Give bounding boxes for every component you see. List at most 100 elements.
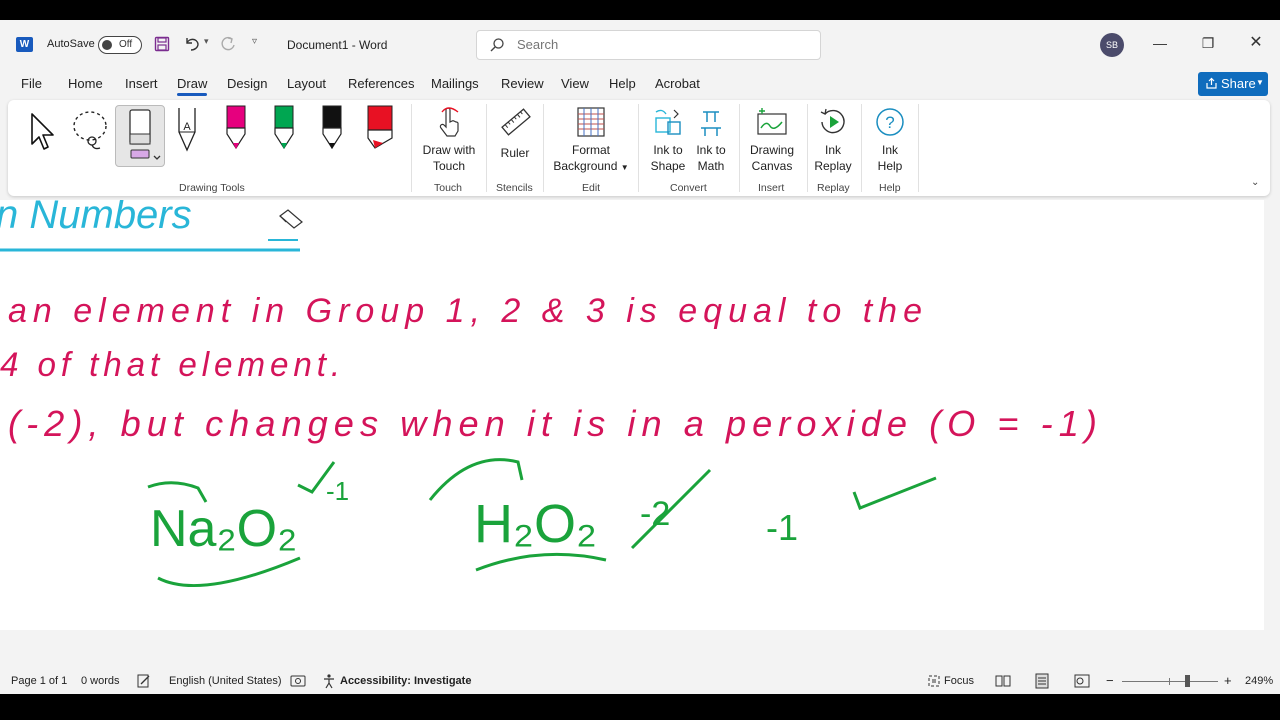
format-background-icon bbox=[577, 107, 605, 137]
draw-with-label: Draw with bbox=[422, 143, 476, 157]
background-label: Background ▼ bbox=[552, 158, 630, 176]
share-icon bbox=[1206, 77, 1217, 89]
print-layout-icon[interactable] bbox=[1034, 673, 1050, 689]
save-icon[interactable] bbox=[154, 36, 170, 52]
tab-acrobat[interactable]: Acrobat bbox=[655, 76, 700, 91]
user-avatar[interactable]: SB bbox=[1100, 33, 1124, 57]
restore-icon[interactable]: ❐ bbox=[1198, 33, 1218, 53]
word-count[interactable]: 0 words bbox=[81, 675, 120, 687]
ink-to-label: Ink to bbox=[653, 143, 683, 157]
ink-label: Ink bbox=[824, 143, 841, 157]
red-highlighter-icon[interactable] bbox=[365, 104, 395, 154]
chevron-down-icon: ▼ bbox=[620, 163, 629, 172]
ruler-label: Ruler bbox=[500, 146, 530, 160]
search-icon bbox=[490, 38, 504, 52]
page-count[interactable]: Page 1 of 1 bbox=[11, 675, 67, 687]
drawing-canvas-icon bbox=[757, 108, 787, 135]
help-label: Help bbox=[877, 159, 903, 173]
accessibility-icon[interactable] bbox=[321, 673, 337, 689]
document-title: Document1 - Word bbox=[287, 38, 388, 52]
drawing-canvas-button[interactable]: Drawing Canvas bbox=[746, 106, 798, 174]
zoom-out-button[interactable]: − bbox=[1106, 673, 1114, 688]
tab-insert[interactable]: Insert bbox=[125, 76, 158, 91]
ribbon-divider bbox=[739, 104, 740, 192]
eraser-cursor-icon bbox=[279, 209, 303, 229]
ink-line-3: (-2), but changes when it is in a peroxi… bbox=[8, 403, 1103, 444]
group-label-stencils: Stencils bbox=[496, 182, 533, 194]
tab-view[interactable]: View bbox=[561, 76, 589, 91]
group-label-insert: Insert bbox=[758, 182, 785, 194]
format-background-button[interactable]: Format Background ▼ bbox=[552, 106, 630, 176]
zoom-in-button[interactable]: + bbox=[1224, 673, 1232, 688]
ink-replay-button[interactable]: Ink Replay bbox=[813, 106, 853, 174]
share-button[interactable]: Share ▼ bbox=[1198, 72, 1268, 96]
minimize-icon[interactable]: — bbox=[1150, 33, 1170, 53]
canvas-label: Canvas bbox=[751, 159, 793, 173]
zoom-level[interactable]: 249% bbox=[1245, 675, 1273, 687]
accessibility-status[interactable]: Accessibility: Investigate bbox=[340, 675, 471, 687]
undo-icon[interactable] bbox=[183, 35, 201, 53]
tab-design[interactable]: Design bbox=[227, 76, 267, 91]
ruler-icon bbox=[501, 108, 531, 136]
autosave-label: AutoSave bbox=[47, 38, 95, 50]
tab-mailings[interactable]: Mailings bbox=[431, 76, 479, 91]
checkmark-2 bbox=[852, 476, 937, 510]
tab-help[interactable]: Help bbox=[609, 76, 636, 91]
search-box[interactable] bbox=[476, 30, 821, 60]
focus-label[interactable]: Focus bbox=[944, 675, 974, 687]
zoom-slider-midmark bbox=[1169, 678, 1170, 685]
pencil-pen-icon[interactable]: A bbox=[174, 106, 200, 154]
ink-canvas: n Numbers an element in Group 1, 2 & 3 i… bbox=[0, 200, 1103, 587]
text-predictions-icon[interactable] bbox=[290, 674, 306, 688]
ribbon-divider bbox=[807, 104, 808, 192]
ribbon-collapse-icon[interactable]: ⌄ bbox=[1251, 177, 1259, 188]
tab-file[interactable]: File bbox=[21, 76, 42, 91]
autosave-toggle[interactable]: Off bbox=[98, 36, 142, 54]
draw-with-touch-button[interactable]: Draw with Touch bbox=[420, 106, 478, 174]
select-cursor-icon[interactable] bbox=[26, 110, 58, 154]
ink-to-shape-button[interactable]: Ink to Shape bbox=[646, 106, 690, 174]
document-page[interactable]: n Numbers an element in Group 1, 2 & 3 i… bbox=[0, 200, 1264, 630]
tab-draw[interactable]: Draw bbox=[177, 76, 208, 96]
web-layout-icon[interactable] bbox=[1074, 673, 1090, 689]
read-mode-icon[interactable] bbox=[995, 674, 1011, 688]
black-pen-icon[interactable] bbox=[319, 104, 345, 154]
pink-pen-icon[interactable] bbox=[223, 104, 249, 154]
focus-icon[interactable] bbox=[927, 674, 941, 688]
tab-layout[interactable]: Layout bbox=[287, 76, 326, 91]
customize-toolbar-icon[interactable]: ▿ bbox=[252, 36, 257, 47]
tab-references[interactable]: References bbox=[348, 76, 414, 91]
ruler-button[interactable]: Ruler bbox=[494, 106, 536, 161]
drawing-label: Drawing bbox=[749, 143, 794, 157]
group-label-convert: Convert bbox=[670, 182, 707, 194]
ink-charge-2: -1 bbox=[766, 507, 798, 548]
tab-review[interactable]: Review bbox=[501, 76, 544, 91]
ink-line-2: 4 of that element. bbox=[0, 346, 345, 384]
ink-to-label: Ink to bbox=[696, 143, 726, 157]
ink-to-math-button[interactable]: Ink to Math bbox=[690, 106, 732, 174]
green-pen-icon[interactable] bbox=[271, 104, 297, 154]
autosave-state: Off bbox=[119, 39, 133, 50]
language-indicator[interactable]: English (United States) bbox=[169, 675, 282, 687]
word-app-icon: W bbox=[16, 37, 33, 52]
ink-formula-na2o2: Na₂O₂ bbox=[150, 500, 297, 558]
svg-text:?: ? bbox=[885, 113, 894, 132]
search-input[interactable] bbox=[517, 37, 797, 52]
redo-icon[interactable] bbox=[219, 35, 237, 53]
lasso-select-icon[interactable] bbox=[70, 108, 110, 154]
ink-help-button[interactable]: ? Ink Help bbox=[870, 106, 910, 174]
background-text: Background bbox=[553, 159, 618, 173]
ribbon-tabs: File Home Insert Draw Design Layout Refe… bbox=[0, 72, 1280, 98]
close-icon[interactable]: ✕ bbox=[1246, 33, 1266, 53]
share-label: Share bbox=[1221, 76, 1256, 91]
zoom-slider-track[interactable] bbox=[1122, 681, 1218, 682]
zoom-slider-thumb[interactable] bbox=[1185, 675, 1190, 687]
eraser-tool[interactable] bbox=[115, 105, 165, 167]
ink-label: Ink bbox=[881, 143, 898, 157]
proofing-icon[interactable] bbox=[137, 674, 151, 688]
replay-label: Replay bbox=[814, 159, 852, 173]
chevron-down-icon: ▼ bbox=[1256, 78, 1264, 87]
vertical-scrollbar[interactable] bbox=[1264, 200, 1280, 630]
undo-dropdown-icon[interactable]: ▾ bbox=[204, 36, 209, 47]
tab-home[interactable]: Home bbox=[68, 76, 103, 91]
